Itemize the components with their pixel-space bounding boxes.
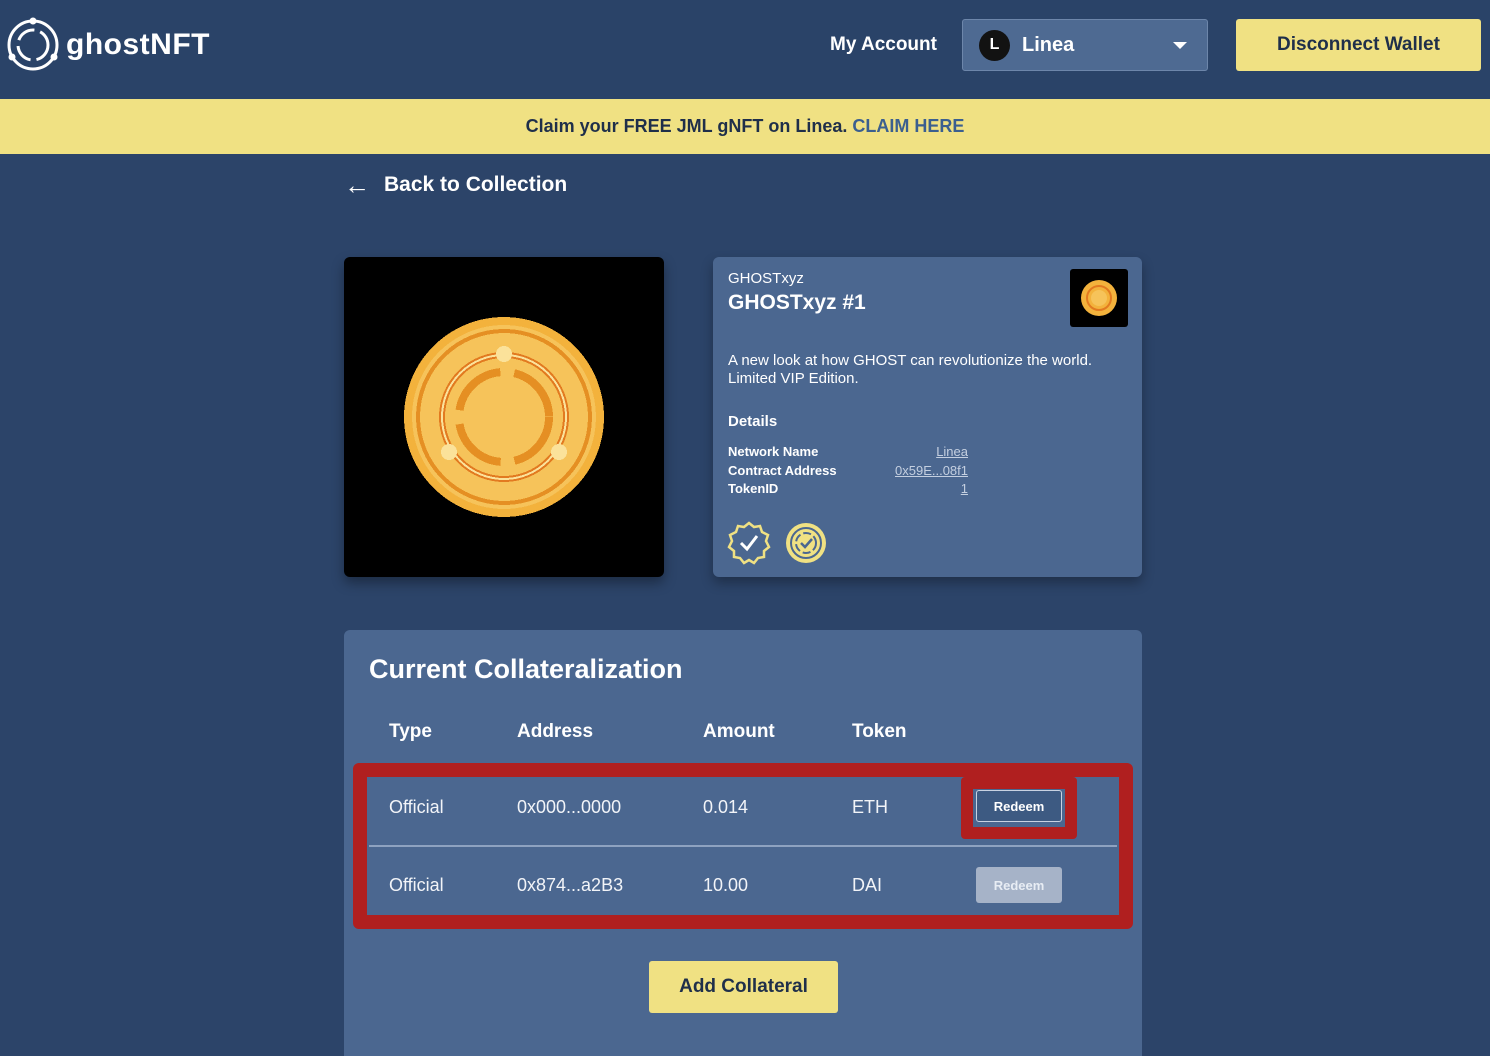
- contract-address-link[interactable]: 0x59E...08f1: [895, 463, 968, 478]
- linea-network-icon: L: [979, 29, 1010, 61]
- network-link[interactable]: Linea: [936, 444, 968, 459]
- tokenid-link[interactable]: 1: [961, 481, 968, 496]
- collection-name: GHOSTxyz: [728, 270, 804, 287]
- back-label: Back to Collection: [384, 173, 568, 196]
- ghost-coin-thumb-icon: [1081, 280, 1117, 316]
- network-label: Linea: [1022, 33, 1075, 56]
- ghost-coin-icon: [404, 317, 604, 517]
- add-collateral-button[interactable]: Add Collateral: [649, 961, 838, 1013]
- network-select[interactable]: L Linea: [962, 19, 1208, 71]
- detail-label: Network Name: [728, 444, 819, 459]
- back-to-collection-link[interactable]: ← Back to Collection: [344, 172, 567, 198]
- details-heading: Details: [728, 413, 778, 430]
- nft-description: A new look at how GHOST can revolutioniz…: [728, 352, 1093, 387]
- highlight-redeem-box: [961, 777, 1077, 839]
- nft-info-card: GHOSTxyz GHOSTxyz #1 A new look at how G…: [713, 257, 1142, 577]
- collateral-badge-icon: [786, 523, 826, 563]
- logo-text: ghostNFT: [66, 28, 210, 61]
- column-header-token: Token: [852, 721, 907, 742]
- token-title: GHOSTxyz #1: [728, 291, 866, 314]
- chevron-down-icon: [1173, 42, 1187, 49]
- my-account-link[interactable]: My Account: [830, 34, 937, 56]
- collateral-title: Current Collateralization: [369, 654, 683, 684]
- verified-badge-icon: [727, 521, 771, 565]
- claim-here-link[interactable]: CLAIM HERE: [852, 116, 964, 137]
- ghostnft-logo-icon: [7, 17, 59, 71]
- arrow-left-icon: ←: [344, 170, 370, 200]
- column-header-amount: Amount: [703, 721, 775, 742]
- nft-thumbnail: [1070, 269, 1128, 327]
- column-header-type: Type: [389, 721, 432, 742]
- column-header-address: Address: [517, 721, 594, 742]
- nft-image: [344, 257, 664, 577]
- detail-label: TokenID: [728, 481, 779, 496]
- logo[interactable]: ghostNFT: [4, 14, 210, 76]
- banner-text: Claim your FREE JML gNFT on Linea.: [525, 116, 848, 136]
- claim-banner: Claim your FREE JML gNFT on Linea. CLAIM…: [0, 99, 1490, 154]
- top-nav-bar: ghostNFT My Account L Linea Disconnect W…: [0, 0, 1490, 99]
- detail-label: Contract Address: [728, 463, 837, 478]
- disconnect-wallet-button[interactable]: Disconnect Wallet: [1236, 19, 1481, 71]
